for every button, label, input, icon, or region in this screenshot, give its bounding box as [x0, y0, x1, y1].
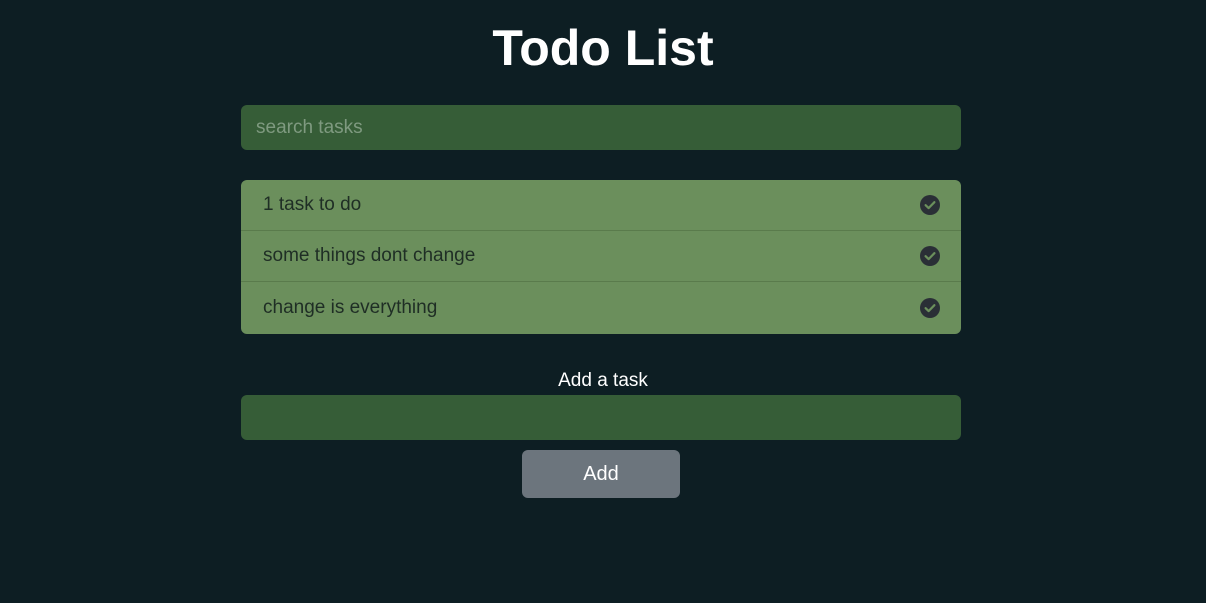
task-text: 1 task to do — [263, 194, 362, 215]
add-task-input[interactable] — [241, 395, 961, 440]
add-button[interactable]: Add — [522, 450, 680, 498]
task-text: some things dont change — [263, 245, 476, 266]
page-title: Todo List — [492, 20, 714, 76]
list-item: change is everything — [241, 282, 961, 334]
check-circle-icon[interactable] — [920, 298, 940, 318]
task-list: 1 task to do some things dont change cha… — [241, 180, 961, 334]
task-text: change is everything — [263, 297, 438, 318]
list-item: some things dont change — [241, 231, 961, 282]
add-task-label: Add a task — [558, 370, 648, 391]
check-circle-icon[interactable] — [920, 195, 940, 215]
search-input[interactable] — [241, 105, 961, 150]
check-circle-icon[interactable] — [920, 246, 940, 266]
list-item: 1 task to do — [241, 180, 961, 231]
